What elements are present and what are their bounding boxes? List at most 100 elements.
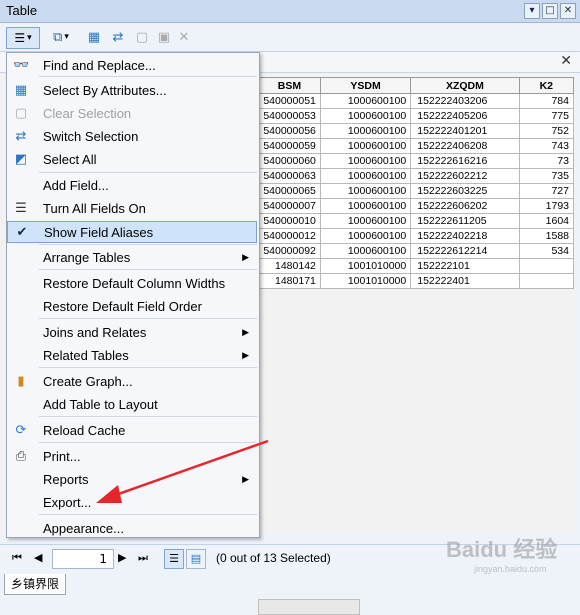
table-cell[interactable]: 735: [518, 168, 575, 184]
table-row[interactable]: 540000012 1000600100 152222402218 1588: [258, 228, 575, 244]
table-cell[interactable]: 152222606202: [410, 198, 520, 214]
table-options-button[interactable]: ☰ ▾: [6, 27, 40, 49]
table-tab[interactable]: 乡镇界限: [4, 574, 67, 595]
first-record-icon[interactable]: ⏮: [12, 551, 22, 565]
table-cell[interactable]: 752: [518, 123, 575, 139]
menu-item-restore-default-column-widths[interactable]: Restore Default Column Widths: [7, 273, 257, 295]
table-cell[interactable]: 540000007: [258, 198, 321, 214]
table-cell[interactable]: 152222405206: [410, 108, 520, 124]
table-cell[interactable]: 152222401201: [410, 123, 520, 139]
column-header-bsm[interactable]: BSM: [258, 77, 321, 94]
table-cell[interactable]: 540000092: [258, 243, 321, 259]
table-cell[interactable]: 1001010000: [319, 273, 412, 289]
table-row[interactable]: 540000060 1000600100 152222616216 73: [258, 153, 575, 169]
table-row[interactable]: 1480171 1001010000 152222401: [258, 273, 575, 289]
table-cell[interactable]: 1000600100: [319, 168, 412, 184]
next-record-icon[interactable]: ▶: [118, 551, 126, 564]
menu-item-related-tables[interactable]: Related Tables ▶: [7, 345, 257, 367]
last-record-icon[interactable]: ⏭: [138, 551, 148, 565]
menu-item-add-field[interactable]: Add Field...: [7, 175, 257, 197]
table-cell[interactable]: 540000065: [258, 183, 321, 199]
table-cell[interactable]: 152222612214: [410, 243, 520, 259]
table-cell[interactable]: 540000056: [258, 123, 321, 139]
table-cell[interactable]: 73: [518, 153, 575, 169]
table-cell[interactable]: 152222616216: [410, 153, 520, 169]
menu-item-switch-selection[interactable]: ⇄ Switch Selection: [7, 126, 257, 148]
table-cell[interactable]: [518, 258, 575, 274]
menu-item-reload-cache[interactable]: ⟳ Reload Cache: [7, 420, 257, 442]
table-cell[interactable]: 540000053: [258, 108, 321, 124]
table-cell[interactable]: 1000600100: [319, 198, 412, 214]
table-cell[interactable]: 1000600100: [319, 213, 412, 229]
table-row[interactable]: 540000092 1000600100 152222612214 534: [258, 243, 575, 259]
menu-item-add-table-to-layout[interactable]: Add Table to Layout: [7, 394, 257, 416]
menu-item-select-all[interactable]: ◩ Select All: [7, 149, 257, 171]
table-cell[interactable]: 1604: [518, 213, 575, 229]
table-cell[interactable]: 1000600100: [319, 228, 412, 244]
table-cell[interactable]: 784: [518, 93, 575, 109]
menu-item-turn-all-fields-on[interactable]: ☰ Turn All Fields On: [7, 198, 257, 220]
column-header-xzqdm[interactable]: XZQDM: [410, 77, 520, 94]
table-cell[interactable]: 152222603225: [410, 183, 520, 199]
menu-item-show-field-aliases[interactable]: ✔ Show Field Aliases: [7, 221, 257, 243]
menu-item-create-graph[interactable]: ▮ Create Graph...: [7, 371, 257, 393]
previous-record-icon[interactable]: ◀: [34, 551, 42, 564]
table-cell[interactable]: 1000600100: [319, 93, 412, 109]
table-cell[interactable]: 540000012: [258, 228, 321, 244]
menu-item-reports[interactable]: Reports ▶: [7, 469, 257, 491]
close-table-icon[interactable]: ✕: [560, 53, 572, 69]
table-cell[interactable]: 1000600100: [319, 123, 412, 139]
table-cell[interactable]: 727: [518, 183, 575, 199]
menu-item-print[interactable]: ⎙ Print...: [7, 446, 257, 468]
table-cell[interactable]: 152222403206: [410, 93, 520, 109]
table-cell[interactable]: 1000600100: [319, 138, 412, 154]
table-cell[interactable]: 1001010000: [319, 258, 412, 274]
switch-selection-button[interactable]: ⇄: [108, 27, 128, 47]
table-cell[interactable]: 1000600100: [319, 183, 412, 199]
table-cell[interactable]: 152222611205: [410, 213, 520, 229]
table-row[interactable]: 540000063 1000600100 152222602212 735: [258, 168, 575, 184]
horizontal-scrollbar[interactable]: [258, 599, 360, 615]
maximize-icon[interactable]: □: [542, 3, 558, 19]
table-cell[interactable]: 540000010: [258, 213, 321, 229]
table-cell[interactable]: 152222101: [410, 258, 520, 274]
table-row[interactable]: 540000059 1000600100 152222406208 743: [258, 138, 575, 154]
table-cell[interactable]: 743: [518, 138, 575, 154]
table-row[interactable]: 540000056 1000600100 152222401201 752: [258, 123, 575, 139]
show-selected-records-button[interactable]: ▤: [186, 549, 206, 569]
table-row[interactable]: 1480142 1001010000 152222101: [258, 258, 575, 274]
delete-selected-button[interactable]: ✕: [176, 27, 192, 47]
menu-item-appearance[interactable]: Appearance...: [7, 518, 257, 540]
table-row[interactable]: 540000065 1000600100 152222603225 727: [258, 183, 575, 199]
close-icon[interactable]: ✕: [560, 3, 576, 19]
menu-item-export[interactable]: Export...: [7, 492, 257, 514]
zoom-to-selected-button[interactable]: ▣: [154, 27, 174, 47]
column-header-ysdm[interactable]: YSDM: [319, 77, 412, 94]
table-cell[interactable]: 152222406208: [410, 138, 520, 154]
menu-item-select-by-attributes[interactable]: ▦ Select By Attributes...: [7, 80, 257, 102]
table-cell[interactable]: 775: [518, 108, 575, 124]
table-cell[interactable]: 1480171: [258, 273, 321, 289]
table-cell[interactable]: 1000600100: [319, 108, 412, 124]
select-by-attributes-button[interactable]: ▦: [84, 27, 104, 47]
table-cell[interactable]: 1480142: [258, 258, 321, 274]
menu-item-arrange-tables[interactable]: Arrange Tables ▶: [7, 247, 257, 269]
record-number-input[interactable]: 1: [52, 549, 114, 569]
show-all-records-button[interactable]: ☰: [164, 549, 184, 569]
table-cell[interactable]: 540000059: [258, 138, 321, 154]
table-cell[interactable]: 534: [518, 243, 575, 259]
table-cell[interactable]: 1000600100: [319, 243, 412, 259]
table-row[interactable]: 540000053 1000600100 152222405206 775: [258, 108, 575, 124]
table-cell[interactable]: 152222602212: [410, 168, 520, 184]
table-cell[interactable]: [518, 273, 575, 289]
table-row[interactable]: 540000007 1000600100 152222606202 1793: [258, 198, 575, 214]
related-tables-button[interactable]: ⧉ ▾: [46, 27, 76, 47]
table-cell[interactable]: 1588: [518, 228, 575, 244]
table-cell[interactable]: 540000060: [258, 153, 321, 169]
clear-selection-button[interactable]: ▢: [132, 27, 152, 47]
column-header-k2[interactable]: K2: [518, 77, 575, 94]
menu-item-clear-selection[interactable]: ▢ Clear Selection: [7, 103, 257, 125]
dropdown-arrow-icon[interactable]: ▾: [524, 3, 540, 19]
table-cell[interactable]: 1000600100: [319, 153, 412, 169]
table-cell[interactable]: 540000063: [258, 168, 321, 184]
